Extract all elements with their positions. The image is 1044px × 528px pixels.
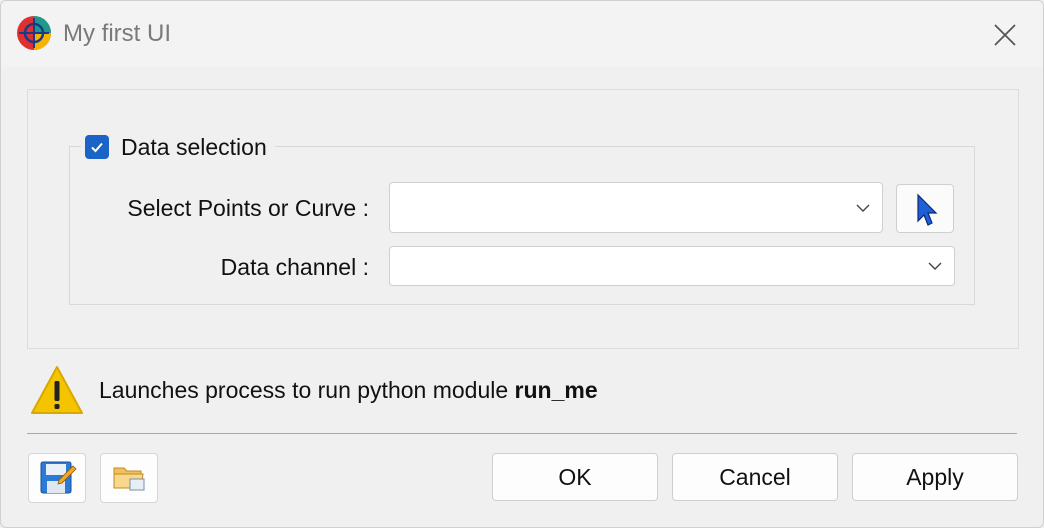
checkmark-icon: [91, 142, 103, 153]
dialog-window: My first UI Data selection Select Points…: [0, 0, 1044, 528]
pick-selection-button[interactable]: [896, 184, 954, 233]
points-label: Select Points or Curve :: [127, 195, 369, 221]
app-target-icon: [17, 16, 51, 50]
apply-button[interactable]: Apply: [852, 453, 1018, 501]
pointer-cursor-icon: [917, 193, 938, 226]
open-folder-icon: [113, 467, 145, 491]
warning-icon: [31, 366, 83, 414]
window-title: My first UI: [63, 20, 171, 47]
warning-text: Launches process to run python module: [99, 377, 515, 403]
open-button[interactable]: [100, 453, 158, 503]
close-icon[interactable]: [985, 15, 1025, 55]
save-floppy-icon: [40, 461, 77, 494]
channel-label: Data channel :: [220, 254, 369, 280]
ok-button[interactable]: OK: [492, 453, 658, 501]
module-name: run_me: [514, 377, 598, 403]
data-selection-checkbox[interactable]: [85, 135, 109, 159]
points-combobox[interactable]: [389, 182, 883, 233]
channel-combobox[interactable]: [389, 246, 955, 286]
group-title: Data selection: [121, 133, 267, 160]
warning-message: Launches process to run python module ru…: [99, 377, 598, 404]
chevron-down-icon: [856, 204, 870, 212]
separator: [27, 433, 1017, 434]
title-bar: My first UI: [1, 1, 1043, 67]
chevron-down-icon: [928, 262, 942, 270]
save-button[interactable]: [28, 453, 86, 503]
cancel-button[interactable]: Cancel: [672, 453, 838, 501]
group-header: Data selection: [81, 133, 275, 161]
